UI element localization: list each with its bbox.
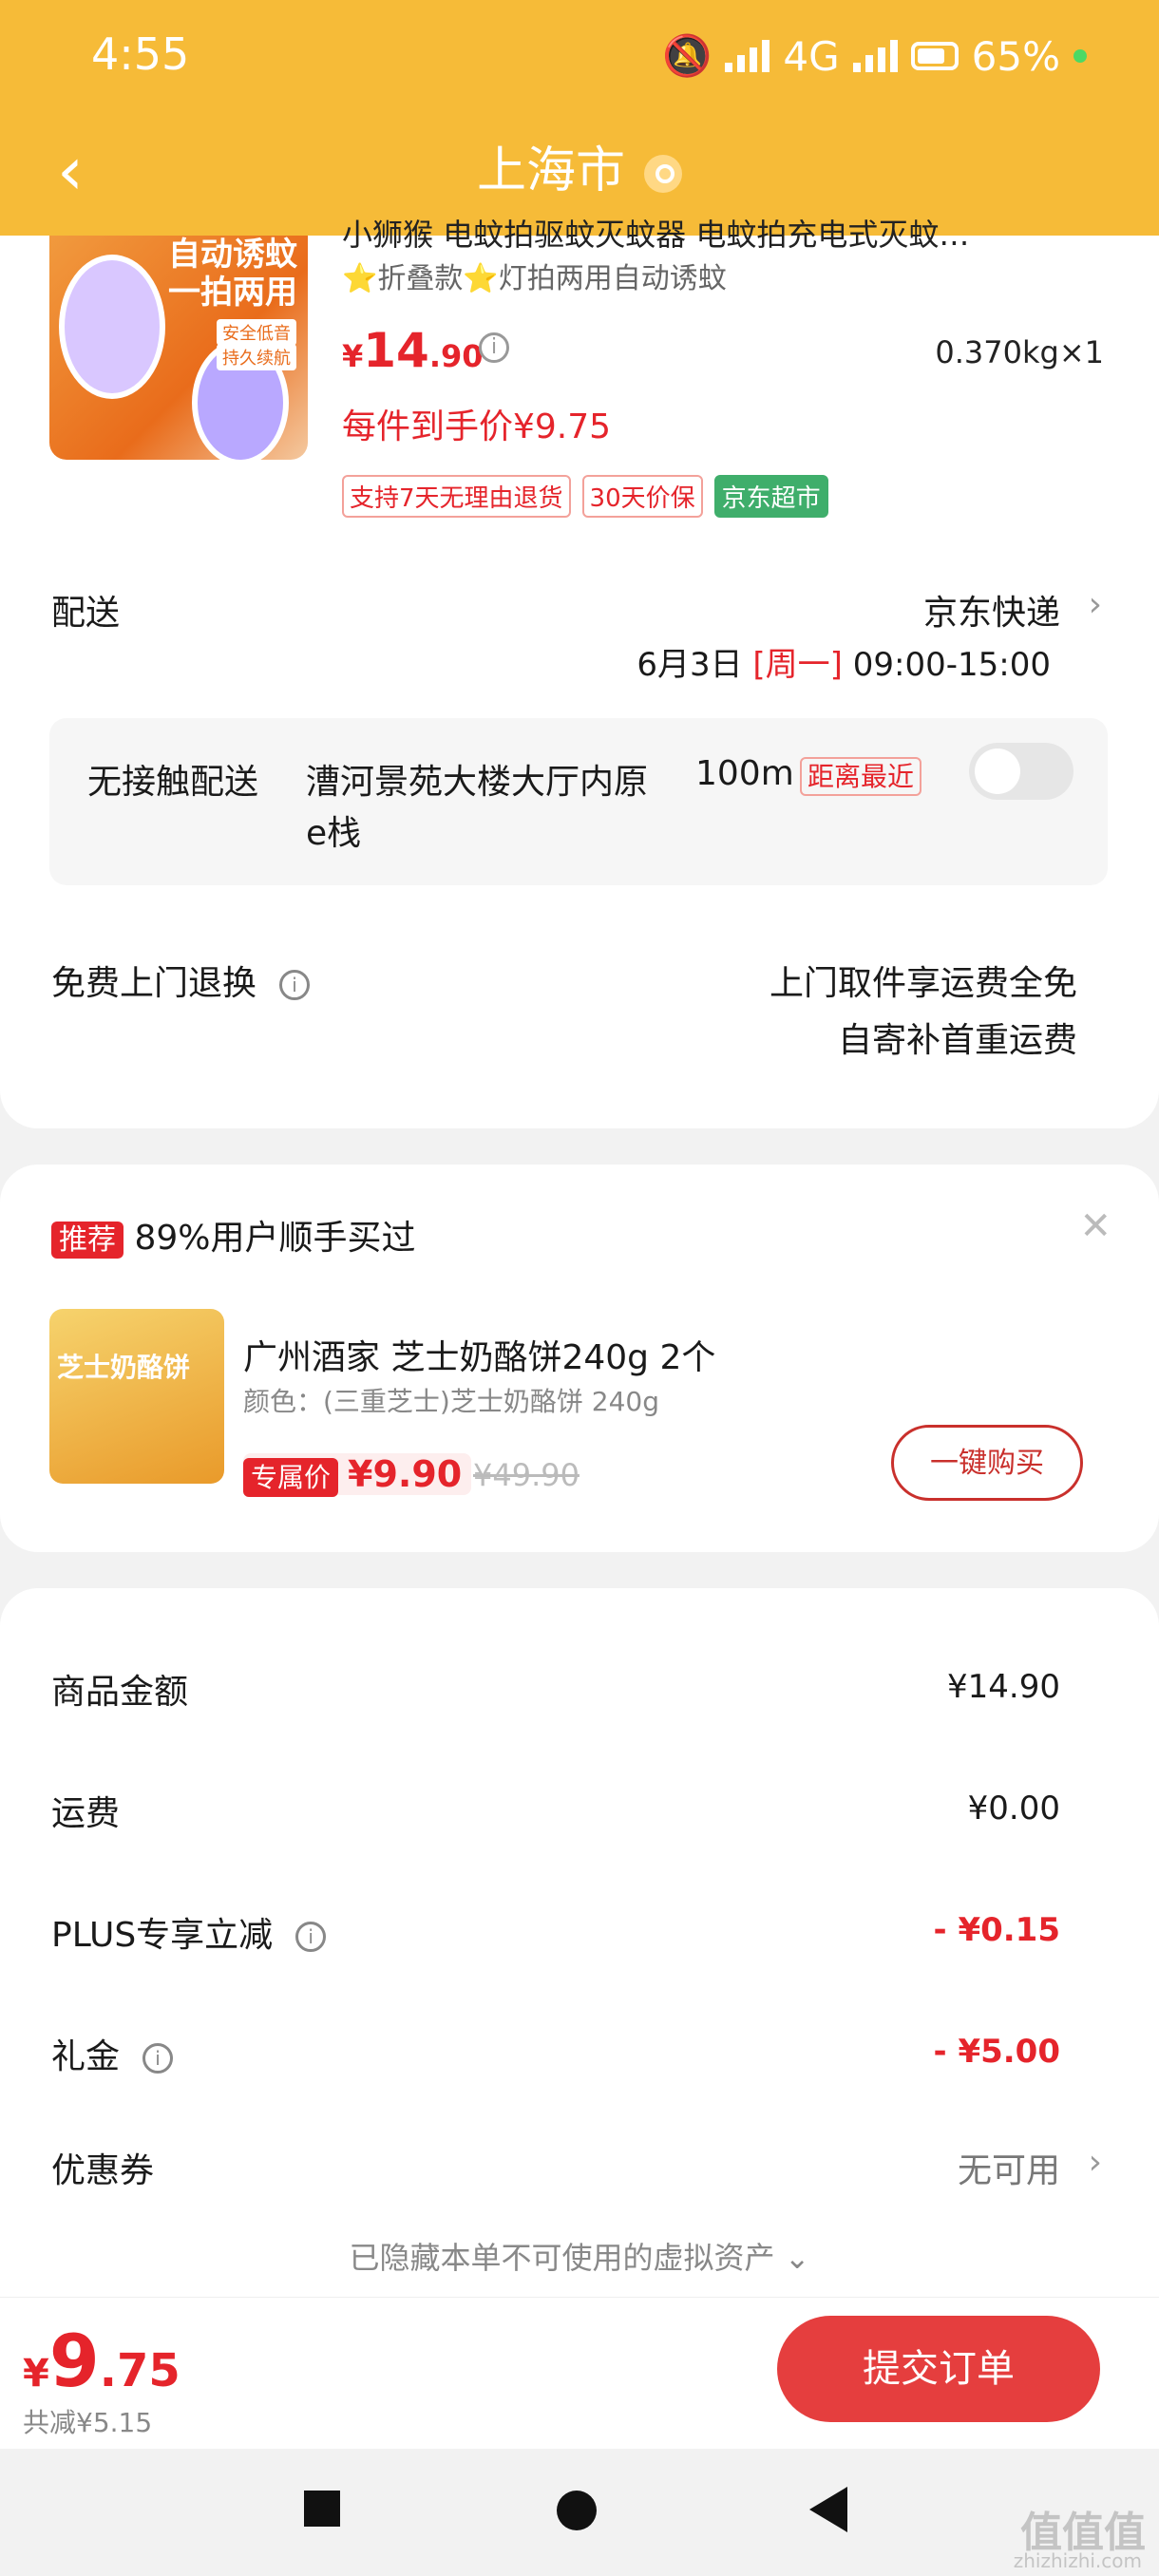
total-currency: ¥ [23,2352,49,2396]
product-weight: 0.370kg×1 [935,334,1104,370]
product-image[interactable]: 自动诱蚊 一拍两用 安全低音 持久续航 [49,236,308,460]
summary-value-shipping: ¥0.00 [967,1790,1060,1828]
contactless-distance: 100m [695,754,794,793]
recommend-header: 推荐 89%用户顺手买过 [51,1210,415,1260]
distance-badge: 距离最近 [800,756,922,796]
delivery-label: 配送 [51,594,121,633]
recents-icon[interactable] [304,2491,340,2527]
signal-icon [725,40,770,72]
summary-label-gift: 礼金 i [51,2029,174,2078]
info-icon[interactable]: i [295,1922,327,1952]
status-bar: 4:55 🔕 4G 65% [0,0,1159,112]
tag-jd-supermarket: 京东超市 [713,475,828,518]
mute-icon: 🔕 [662,32,712,79]
close-icon[interactable]: ✕ [1079,1204,1112,1248]
contactless-label: 无接触配送 [87,763,259,802]
summary-label-shipping: 运费 [51,1794,121,1833]
product-image-text: 自动诱蚊 一拍两用 [168,236,297,312]
submit-order-button[interactable]: 提交订单 [777,2316,1100,2422]
plus-label-text: PLUS专享立减 [51,1916,274,1955]
recommend-name[interactable]: 广州酒家 芝士奶酪饼240g 2个 [243,1330,715,1379]
summary-label-plus: PLUS专享立减 i [51,1907,327,1957]
per-item-price: 每件到手价¥9.75 [342,407,612,446]
hidden-assets-text: 已隐藏本单不可使用的虚拟资产 [349,2240,775,2276]
price-dec: .90 [428,338,484,374]
city-label: 上海市 [476,142,625,199]
returns-line-1: 上门取件享运费全免 [769,964,1077,1003]
info-icon[interactable]: i [479,332,509,363]
tag-return: 支持7天无理由退货 [342,475,571,518]
racket-graphic [59,255,165,399]
network-label: 4G [783,32,840,80]
quick-buy-button[interactable]: 一键购买 [891,1425,1083,1501]
battery-level: 65% [971,32,1060,80]
price-int: 14 [363,323,429,378]
returns-label: 免费上门退换 i [51,956,311,1005]
recommend-badge: 推荐 [51,1222,124,1259]
recommend-image-text: 芝士奶酪饼 [57,1352,191,1383]
summary-value-goods: ¥14.90 [947,1668,1060,1706]
recommend-text: 89%用户顺手买过 [134,1219,416,1258]
product-subtitle: ⭐折叠款⭐灯拍两用自动诱蚊 [342,262,727,295]
product-image-tag: 安全低音 [217,319,296,346]
returns-line-2: 自寄补首重运费 [837,1021,1077,1060]
delivery-slot: 09:00-15:00 [852,646,1051,684]
watermark-url: zhizhizhi.com [1013,2549,1142,2572]
contactless-toggle[interactable] [969,743,1074,800]
summary-label-goods: 商品金额 [51,1673,189,1712]
delivery-weekday: [周一] [752,646,843,684]
home-icon[interactable] [557,2491,597,2530]
summary-value-gift: - ¥5.00 [933,2033,1061,2071]
status-icons: 🔕 4G 65% [662,32,1087,80]
back-nav-icon[interactable] [809,2487,847,2532]
distance-badge-text: 距离最近 [800,757,922,796]
delivery-time[interactable]: 6月3日 [周一] 09:00-15:00 [636,638,1051,685]
coupon-label: 优惠券 [51,2151,155,2190]
chevron-down-icon: ⌄ [784,2240,810,2276]
total-price: ¥9.75 [23,2319,180,2403]
chevron-right-icon[interactable]: › [1089,2143,1102,2182]
recommend-orig-price: ¥49.90 [473,1457,580,1493]
chevron-right-icon[interactable]: › [1089,585,1102,624]
contactless-address: 漕河景苑大楼大厅内原 [306,763,649,802]
total-saved: 共减¥5.15 [23,2407,153,2438]
product-title[interactable]: 小狮猴 电蚊拍驱蚊灭蚊器 电蚊拍充电式灭蚊… [342,211,1083,255]
delivery-date: 6月3日 [636,646,743,684]
currency: ¥ [342,338,364,374]
returns-label-text: 免费上门退换 [51,964,257,1003]
total-int: 9 [48,2319,100,2403]
gift-label-text: 礼金 [51,2037,121,2076]
contactless-address-2: e栈 [306,814,362,853]
recommend-price: ¥9.90 [348,1453,463,1495]
signal-icon-2 [852,40,898,72]
status-dot-icon [1074,49,1087,63]
product-price: ¥14.90 [342,323,484,378]
status-time: 4:55 [91,28,190,80]
service-tags: 支持7天无理由退货 30天价保 京东超市 [342,475,828,518]
info-icon[interactable]: i [142,2043,174,2074]
tag-price-protect: 30天价保 [581,475,703,518]
delivery-carrier[interactable]: 京东快递 [923,585,1060,635]
hidden-assets-toggle[interactable]: 已隐藏本单不可使用的虚拟资产 ⌄ [0,2234,1159,2278]
recommend-image[interactable]: 芝士奶酪饼 [49,1309,224,1484]
info-icon[interactable]: i [279,970,311,1000]
product-image-tag-2: 持久续航 [217,344,296,370]
battery-icon [910,42,959,70]
coupon-value[interactable]: 无可用 [958,2143,1060,2192]
location-icon[interactable] [644,155,682,193]
contactless-box: 无接触配送 漕河景苑大楼大厅内原 e栈 100m 距离最近 [49,718,1108,885]
exclusive-label: 专属价 [243,1458,339,1497]
summary-value-plus: - ¥0.15 [933,1911,1061,1949]
recommend-price-box: 专属价 ¥9.90 [243,1453,472,1497]
total-dec: .75 [99,2344,180,2397]
recommend-spec: 颜色：(三重芝士)芝士奶酪饼 240g [243,1386,659,1417]
page-title: 上海市 [0,133,1159,209]
